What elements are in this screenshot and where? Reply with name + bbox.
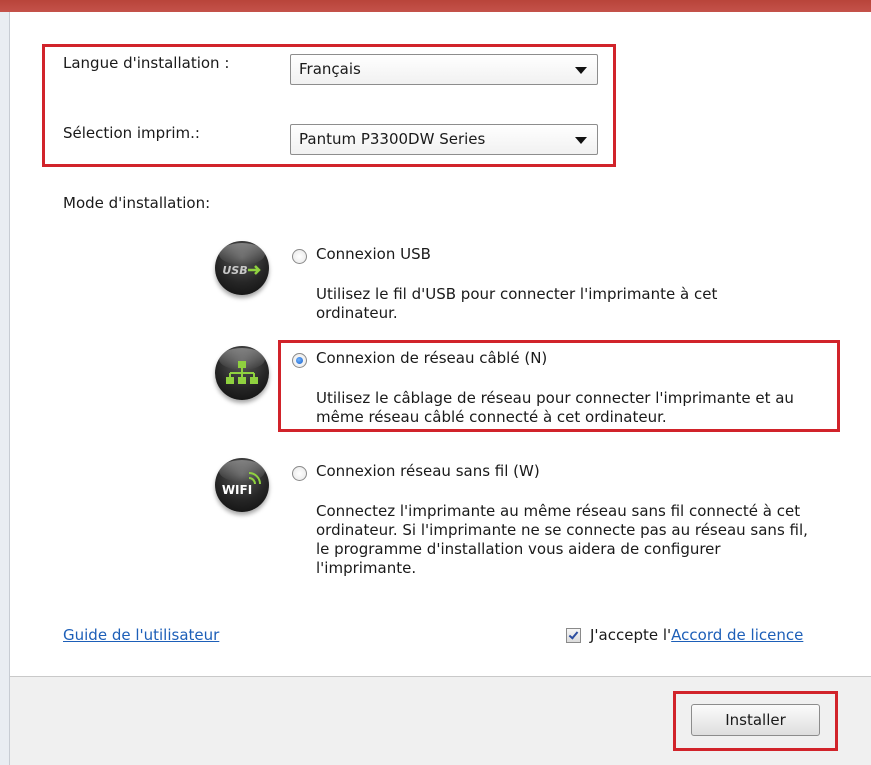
svg-text:WIFI: WIFI [222,483,252,497]
checkmark-icon [568,629,579,640]
language-select[interactable]: Français [290,54,598,85]
language-label: Langue d'installation : [63,54,230,72]
user-guide-link[interactable]: Guide de l'utilisateur [63,626,219,644]
window-left-edge [0,12,10,765]
usb-icon: USB [215,241,269,295]
install-button[interactable]: Installer [691,704,820,736]
printer-select[interactable]: Pantum P3300DW Series [290,124,598,155]
usb-connection-radio[interactable] [292,249,307,264]
installer-content: Langue d'installation : Français Sélecti… [10,12,871,676]
license-accept-prefix: J'accepte l' [590,626,672,644]
network-icon [215,346,269,400]
wired-connection-description: Utilisez le câblage de réseau pour conne… [316,389,794,426]
wireless-connection-radio[interactable] [292,466,307,481]
wired-connection-label[interactable]: Connexion de réseau câblé (N) [316,349,547,367]
wireless-connection-description: Connectez l'imprimante au même réseau sa… [316,502,808,577]
install-mode-label: Mode d'installation: [63,194,211,212]
installer-footer: Installer [10,676,871,765]
wireless-connection-label[interactable]: Connexion réseau sans fil (W) [316,462,540,480]
chevron-down-icon [575,67,587,74]
license-accept-checkbox[interactable] [566,628,581,643]
license-accept-text: J'accepte l'Accord de licence [590,626,803,644]
printer-select-value: Pantum P3300DW Series [299,130,486,148]
usb-connection-label[interactable]: Connexion USB [316,245,431,263]
chevron-down-icon [575,137,587,144]
wifi-icon: WIFI [215,458,269,512]
license-agreement-link[interactable]: Accord de licence [671,626,803,644]
printer-label: Sélection imprim.: [63,124,200,142]
svg-text:USB: USB [222,264,247,277]
usb-connection-description: Utilisez le fil d'USB pour connecter l'i… [316,285,718,322]
wired-connection-radio[interactable] [292,353,307,368]
window-top-bar [0,0,871,12]
language-select-value: Français [299,60,361,78]
